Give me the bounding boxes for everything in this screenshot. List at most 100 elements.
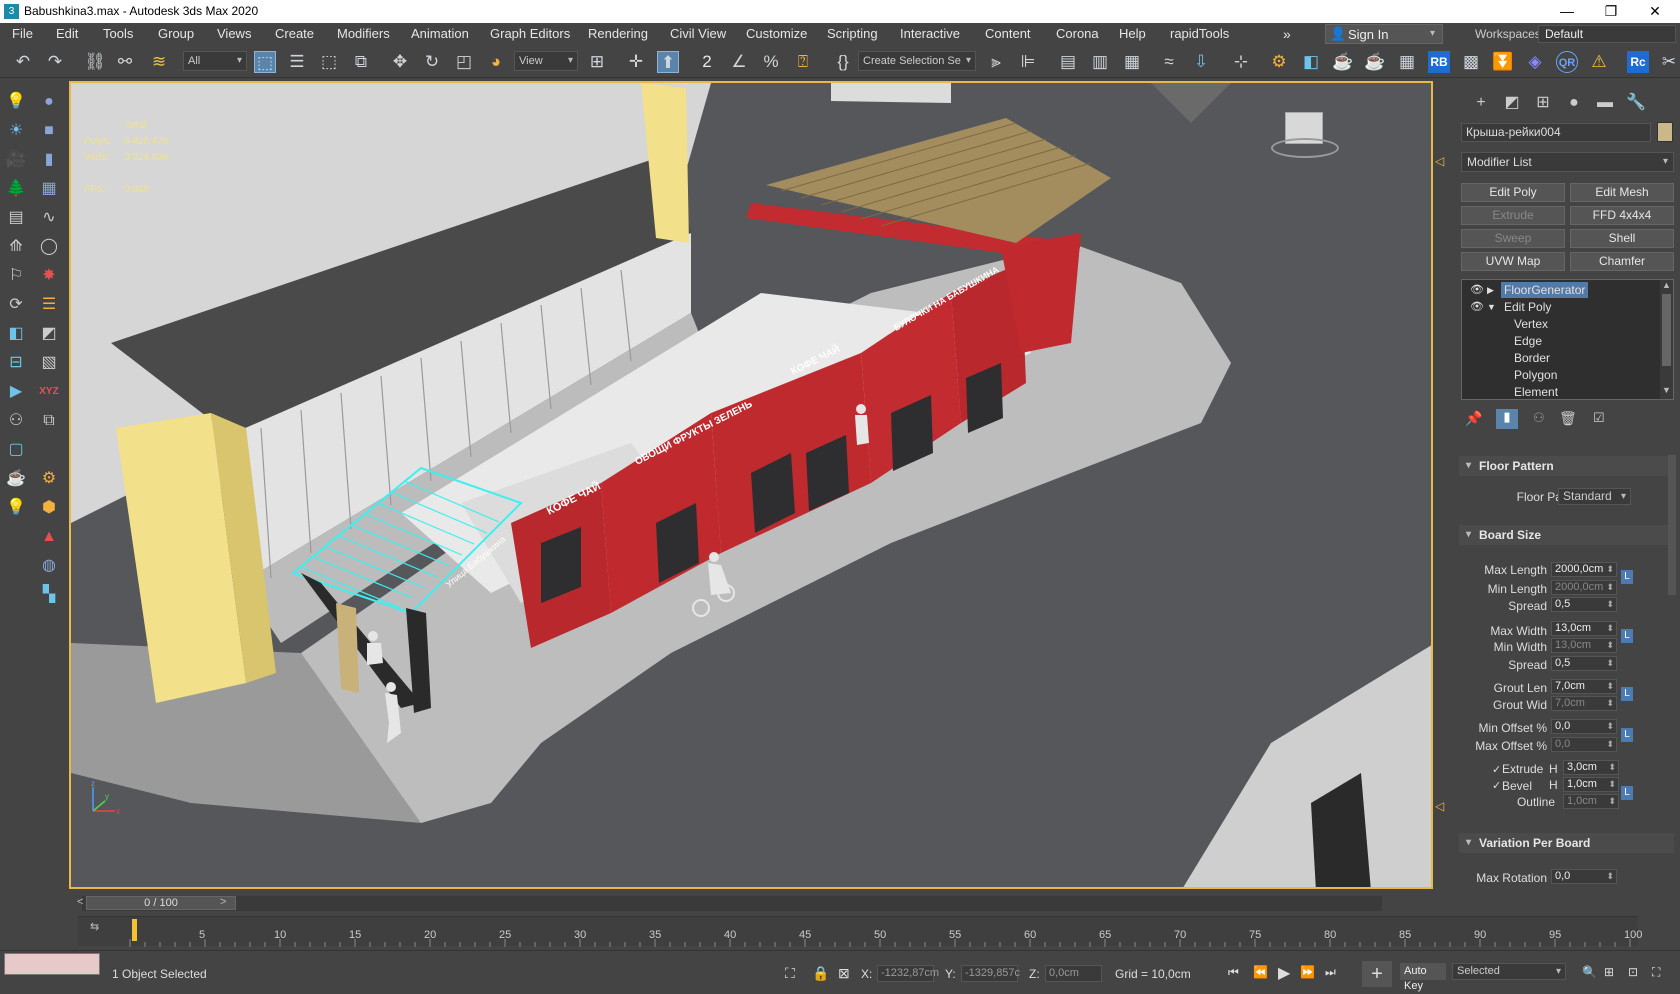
keyboard-shortcut-override-icon[interactable]: ⬆ xyxy=(657,51,679,73)
noise-icon[interactable]: ▧ xyxy=(37,351,61,375)
menu-graph-editors[interactable]: Graph Editors xyxy=(490,26,570,41)
undo-icon[interactable]: ↶ xyxy=(12,51,34,73)
percent-snap-icon[interactable]: % xyxy=(760,51,782,73)
refresh-icon[interactable]: ⟳ xyxy=(4,293,28,317)
menu-help[interactable]: Help xyxy=(1119,26,1146,41)
extrude-h-spinner[interactable]: 3,0cm xyxy=(1563,760,1619,775)
checker-icon[interactable]: ▩ xyxy=(1460,51,1482,73)
camera-icon[interactable]: 🎥 xyxy=(4,148,28,172)
menu-overflow-icon[interactable]: » xyxy=(1283,26,1291,42)
angle-snap-icon[interactable]: ∠ xyxy=(728,51,750,73)
render-setup-icon[interactable]: ◧ xyxy=(1300,51,1322,73)
pivot-center-icon[interactable]: ⊞ xyxy=(586,51,608,73)
stack-layers-icon[interactable]: ☰ xyxy=(37,293,61,317)
window-crossing-icon[interactable]: ⧉ xyxy=(350,51,372,73)
spinner-snap-icon[interactable]: ⍰ xyxy=(792,51,814,73)
menu-edit[interactable]: Edit xyxy=(56,26,78,41)
filters-icon[interactable]: ⇆ xyxy=(90,920,99,933)
scroll-down-icon[interactable]: ▼ xyxy=(1662,385,1671,395)
material-icon[interactable]: ◧ xyxy=(4,322,28,346)
selection-filter-dropdown[interactable]: All xyxy=(183,51,247,71)
material-editor-icon[interactable]: ⚙ xyxy=(1268,51,1290,73)
stack-scrollbar[interactable]: ▲ ▼ xyxy=(1660,280,1673,399)
rectangular-selection-icon[interactable]: ⬚ xyxy=(318,51,340,73)
sign-in-dropdown[interactable]: 👤 Sign In ▾ xyxy=(1325,24,1443,44)
rollout-variation-per-board[interactable]: Variation Per Board xyxy=(1459,833,1674,853)
eye-icon[interactable]: 👁 xyxy=(1470,282,1484,298)
extrude-checkbox[interactable]: ✓ xyxy=(1492,763,1501,776)
bevel-checkbox[interactable]: ✓ xyxy=(1492,779,1501,792)
max-width-spinner[interactable]: 13,0cm xyxy=(1551,621,1617,636)
teapot-icon[interactable]: ☕ xyxy=(4,467,28,491)
frame-icon[interactable]: ▢ xyxy=(4,438,28,462)
display-tab-icon[interactable]: ▬ xyxy=(1594,92,1616,114)
time-slider-thumb[interactable]: 0 / 100 xyxy=(86,896,236,910)
rb-plugin-icon[interactable]: RB xyxy=(1428,51,1450,73)
min-offset-spinner[interactable]: 0,0 xyxy=(1551,719,1617,734)
stack-subitem-polygon[interactable]: Polygon xyxy=(1462,367,1659,383)
menu-rendering[interactable]: Rendering xyxy=(588,26,648,41)
minimize-button[interactable]: — xyxy=(1544,0,1590,23)
go-to-start-icon[interactable]: ⏮ xyxy=(1228,965,1239,980)
stack-scrollbar-thumb[interactable] xyxy=(1662,294,1671,366)
z-coord-field[interactable]: 0,0cm xyxy=(1045,965,1102,982)
green-chevron-icon[interactable]: ⏬ xyxy=(1492,51,1514,73)
rc-plugin-icon[interactable]: Rc xyxy=(1627,51,1649,73)
max-length-spinner[interactable]: 2000,0cm xyxy=(1551,562,1617,577)
object-color-swatch[interactable] xyxy=(1657,122,1673,142)
eye-icon[interactable]: 👁 xyxy=(1470,299,1484,315)
x-coord-field[interactable]: -1232,87cm xyxy=(877,965,939,982)
menu-interactive[interactable]: Interactive xyxy=(900,26,960,41)
stack-subitem-vertex[interactable]: Vertex xyxy=(1462,316,1659,332)
grout-wid-spinner[interactable]: 7,0cm xyxy=(1551,696,1617,711)
lock-length-button[interactable]: L xyxy=(1621,570,1633,584)
absolute-mode-icon[interactable]: ⊠ xyxy=(838,965,850,982)
set-key-icon[interactable]: + xyxy=(1362,961,1392,987)
tree-icon[interactable]: 🌲 xyxy=(4,177,28,201)
menu-customize[interactable]: Customize xyxy=(746,26,807,41)
stack-item-floorgenerator[interactable]: 👁 ▶ FloorGenerator xyxy=(1462,282,1659,298)
hierarchy-tab-icon[interactable]: ⊞ xyxy=(1532,92,1554,114)
rollout-board-size[interactable]: Board Size xyxy=(1459,525,1674,545)
dope-sheet-icon[interactable]: ⇩ xyxy=(1190,51,1212,73)
show-end-result-icon[interactable]: ▮ xyxy=(1496,409,1518,429)
time-slider[interactable]: < 0 / 100 > xyxy=(77,896,1382,911)
ffd-button[interactable]: FFD 4x4x4 xyxy=(1570,206,1674,225)
remove-modifier-icon[interactable]: 🗑 xyxy=(1559,410,1577,427)
uvw-map-button[interactable]: UVW Map xyxy=(1461,252,1565,271)
prev-frame-icon[interactable]: < xyxy=(77,896,83,908)
zoom-extents-icon[interactable]: ⊡ xyxy=(1628,965,1638,979)
selection-lock-icon[interactable]: 🔒 xyxy=(812,965,829,982)
make-unique-icon[interactable]: ⚇ xyxy=(1533,410,1545,426)
restore-button[interactable]: ❐ xyxy=(1588,0,1634,23)
viewcube-ring[interactable] xyxy=(1271,138,1339,158)
placement-icon[interactable]: ◕ xyxy=(485,51,507,73)
outline-spinner[interactable]: 1,0cm xyxy=(1563,794,1619,809)
menu-scripting[interactable]: Scripting xyxy=(827,26,878,41)
grid-icon[interactable]: ▦ xyxy=(37,177,61,201)
lamp-icon[interactable]: ⚐ xyxy=(4,264,28,288)
maximize-viewport-icon[interactable]: ⛶ xyxy=(1652,965,1660,980)
schematic-view-icon[interactable]: ⊹ xyxy=(1230,51,1252,73)
auto-key-button[interactable]: Auto Key xyxy=(1400,963,1446,992)
go-to-end-icon[interactable]: ⏭ xyxy=(1325,965,1336,980)
viewcube[interactable] xyxy=(1271,108,1341,163)
objects-icon[interactable]: ⚇ xyxy=(4,409,28,433)
key-filter-dropdown[interactable]: Selected xyxy=(1452,963,1566,980)
menu-civil-view[interactable]: Civil View xyxy=(670,26,726,41)
zoom-all-icon[interactable]: ⊞ xyxy=(1604,965,1614,979)
select-object-icon[interactable]: ⬚ xyxy=(254,51,276,73)
named-selection-dropdown[interactable]: Create Selection Se xyxy=(858,51,976,71)
bulb-icon[interactable]: 💡 xyxy=(4,496,28,520)
menu-rapidtools[interactable]: rapidTools xyxy=(1170,26,1229,41)
rollout-floor-pattern[interactable]: Floor Pattern xyxy=(1459,456,1674,476)
stack-item-edit-poly[interactable]: 👁 ▼ Edit Poly xyxy=(1462,299,1659,315)
previous-frame-icon[interactable]: ⏪ xyxy=(1253,965,1268,979)
link-objects-icon[interactable]: ⧉ xyxy=(37,409,61,433)
maxscript-listener-field[interactable] xyxy=(4,953,100,975)
configure-modifier-sets-icon[interactable]: ☑ xyxy=(1593,410,1605,426)
lock-width-button[interactable]: L xyxy=(1621,629,1633,643)
render-element-icon[interactable]: ✸ xyxy=(37,264,61,288)
spread-length-spinner[interactable]: 0,5 xyxy=(1551,597,1617,612)
next-frame-icon[interactable]: > xyxy=(220,896,226,908)
